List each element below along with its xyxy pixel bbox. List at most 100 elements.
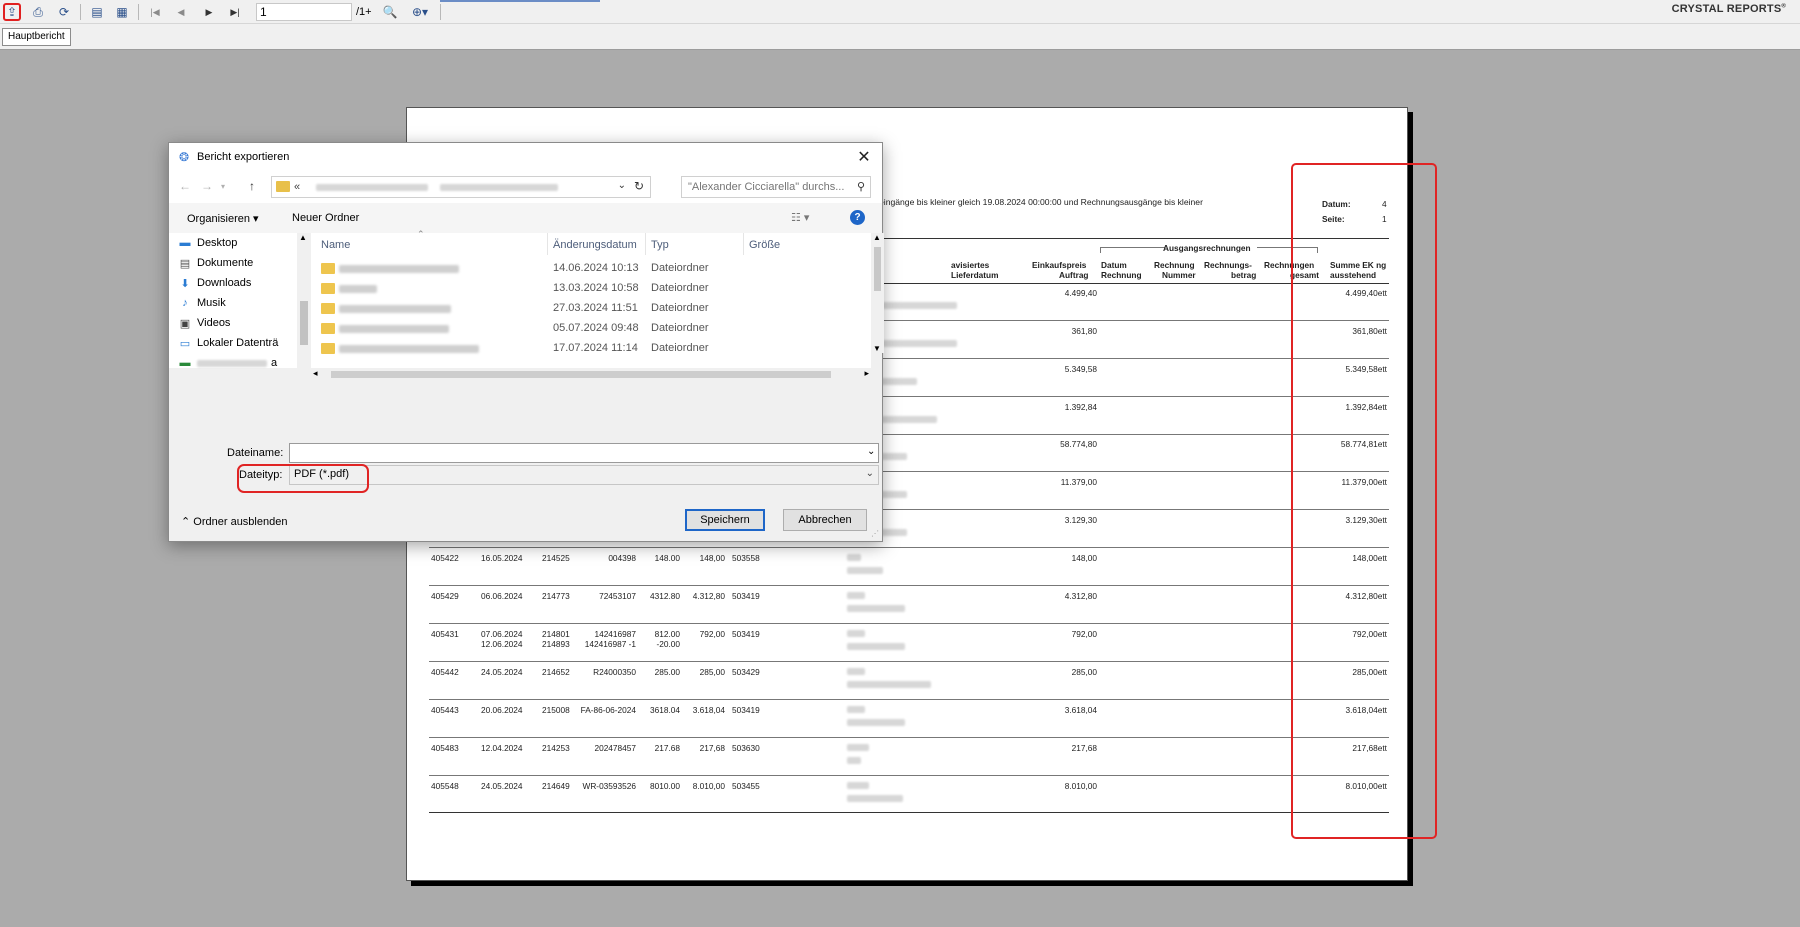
file-row[interactable]: 13.03.2024 10:58 Dateiordner bbox=[311, 279, 871, 299]
search-binoculars-icon[interactable]: 🔍 bbox=[381, 3, 399, 21]
crystal-reports-logo: CRYSTAL REPORTS® bbox=[1671, 3, 1786, 15]
print-icon[interactable]: ⎙ bbox=[29, 3, 47, 21]
filename-dropdown-icon[interactable]: ⌄ bbox=[867, 446, 875, 457]
file-row[interactable]: 05.07.2024 09:48 Dateiordner bbox=[311, 319, 871, 339]
filetype-select[interactable]: PDF (*.pdf) ⌄ bbox=[289, 465, 879, 485]
scroll-up-icon[interactable]: ▲ bbox=[299, 233, 307, 242]
cell-id: 405443 bbox=[431, 705, 459, 715]
nav-item-local-disk[interactable]: ▭ Lokaler Datenträ bbox=[177, 333, 279, 353]
cell-amt1: 285.00 bbox=[654, 667, 680, 677]
search-icon[interactable]: ⚲ bbox=[857, 180, 865, 193]
cell-num: 215008 bbox=[542, 705, 570, 715]
music-icon: ♪ bbox=[182, 297, 188, 309]
last-page-icon[interactable]: ▶| bbox=[226, 3, 244, 21]
cell-date: 20.06.2024 bbox=[481, 705, 523, 715]
cell-amt1: 3618.04 bbox=[650, 705, 680, 715]
cell-amt2: 148,00 bbox=[699, 553, 725, 563]
scroll-left-icon[interactable]: ◂ bbox=[313, 368, 318, 379]
dialog-titlebar: ❂ Bericht exportieren ✕ bbox=[169, 143, 882, 171]
column-divider[interactable] bbox=[547, 233, 548, 255]
zoom-dropdown-icon[interactable]: ⊕▾ bbox=[405, 3, 435, 21]
next-page-icon[interactable]: ▶ bbox=[200, 3, 218, 21]
column-divider[interactable] bbox=[743, 233, 744, 255]
nav-item-dokumente[interactable]: ▤ Dokumente bbox=[177, 253, 253, 273]
view-options-icon[interactable]: ☷ ▾ bbox=[791, 211, 809, 224]
page-number-input[interactable] bbox=[256, 3, 352, 21]
column-date[interactable]: Änderungsdatum bbox=[553, 239, 637, 251]
scroll-right-icon[interactable]: ▸ bbox=[864, 368, 869, 379]
tab-hauptbericht[interactable]: Hauptbericht bbox=[2, 28, 71, 46]
cell-einkauf: 217,68 bbox=[1071, 743, 1097, 753]
nav-scrollbar[interactable]: ▲ bbox=[297, 233, 311, 368]
hide-folders-toggle[interactable]: ⌃ Ordner ausblenden bbox=[181, 515, 287, 528]
address-dropdown-icon[interactable]: ⌄ bbox=[618, 180, 626, 191]
report-criteria: eingänge bis kleiner gleich 19.08.2024 0… bbox=[879, 197, 1203, 207]
crystal-app-icon: ❂ bbox=[179, 150, 190, 164]
file-row[interactable]: 17.07.2024 11:14 Dateiordner bbox=[311, 339, 871, 359]
nav-item-desktop[interactable]: ▬ Desktop bbox=[177, 233, 238, 253]
file-horizontal-scrollbar[interactable]: ◂ ▸ bbox=[311, 368, 871, 381]
nav-item-downloads[interactable]: ⬇ Downloads bbox=[177, 273, 251, 293]
redacted-text bbox=[847, 795, 903, 802]
file-hscroll-thumb[interactable] bbox=[331, 371, 831, 378]
redacted-text bbox=[847, 668, 865, 675]
cell-date: 07.06.2024 bbox=[481, 629, 523, 639]
file-row[interactable]: 14.06.2024 10:13 Dateiordner bbox=[311, 259, 871, 279]
scroll-up-icon[interactable]: ▲ bbox=[873, 233, 881, 242]
close-icon[interactable]: ✕ bbox=[854, 147, 874, 167]
nav-item-videos[interactable]: ▣ Videos bbox=[177, 313, 231, 333]
cell-ref: FA-86-06-2024 bbox=[580, 705, 636, 715]
up-arrow-icon[interactable]: ↑ bbox=[249, 179, 255, 193]
redacted-path bbox=[440, 184, 558, 191]
chevron-down-icon: ⌄ bbox=[865, 468, 874, 479]
organize-button[interactable]: Organisieren ▾ bbox=[187, 212, 259, 225]
refresh-icon[interactable]: ↻ bbox=[634, 179, 644, 193]
cell-einkauf: 148,00 bbox=[1071, 553, 1097, 563]
cell-einkauf: 3.129,30 bbox=[1064, 515, 1097, 525]
cancel-button[interactable]: Abbrechen bbox=[783, 509, 867, 531]
redacted-text bbox=[847, 630, 865, 637]
downloads-icon: ⬇ bbox=[180, 277, 190, 290]
header-rechnung-nummer: Nummer bbox=[1162, 270, 1196, 280]
column-divider[interactable] bbox=[645, 233, 646, 255]
file-vertical-scrollbar[interactable]: ▲ ▼ bbox=[871, 233, 884, 353]
cell-ref: R24000350 bbox=[593, 667, 636, 677]
file-row[interactable]: 27.03.2024 11:51 Dateiordner bbox=[311, 299, 871, 319]
column-type[interactable]: Typ bbox=[651, 239, 669, 251]
nav-item-musik[interactable]: ♪ Musik bbox=[177, 293, 225, 313]
scroll-down-icon[interactable]: ▼ bbox=[873, 344, 881, 353]
save-button[interactable]: Speichern bbox=[685, 509, 765, 531]
cell-amt2: 3.618,04 bbox=[692, 705, 725, 715]
group-bracket-tick bbox=[1100, 247, 1101, 253]
forward-arrow-icon[interactable]: → bbox=[201, 179, 213, 193]
cell-code: 503455 bbox=[732, 781, 760, 791]
search-box[interactable]: ⚲ bbox=[681, 176, 871, 198]
header-rechnungsbetrag: betrag bbox=[1231, 270, 1257, 280]
search-input[interactable] bbox=[688, 178, 848, 196]
column-name[interactable]: Name bbox=[321, 239, 350, 251]
address-bar[interactable]: « ⌄ ↻ bbox=[271, 176, 651, 198]
toolbar-separator bbox=[80, 4, 81, 20]
back-arrow-icon[interactable]: ← bbox=[179, 179, 191, 193]
redacted-text bbox=[847, 706, 865, 713]
row-rule bbox=[429, 661, 1389, 662]
report-row: 405431 07.06.2024 12.06.2024 214801 2148… bbox=[407, 629, 1407, 663]
recent-dropdown-icon[interactable]: ▾ bbox=[221, 182, 225, 191]
nav-scroll-thumb[interactable] bbox=[300, 301, 308, 345]
filename-input[interactable] bbox=[289, 443, 879, 463]
export-icon[interactable]: ⇪ bbox=[3, 3, 21, 21]
parameters-icon[interactable]: ▦ bbox=[113, 3, 131, 21]
help-icon[interactable]: ? bbox=[850, 210, 865, 225]
redacted-name bbox=[339, 285, 377, 293]
first-page-icon[interactable]: |◀ bbox=[146, 3, 164, 21]
desktop-icon: ▬ bbox=[179, 237, 191, 249]
previous-page-icon[interactable]: ◀ bbox=[172, 3, 190, 21]
file-scroll-thumb[interactable] bbox=[874, 247, 881, 291]
nav-item-network-drive[interactable]: ▬ a bbox=[177, 353, 278, 373]
resize-grip-icon[interactable]: ⋰ bbox=[871, 529, 879, 538]
new-folder-button[interactable]: Neuer Ordner bbox=[292, 212, 359, 224]
group-tree-icon[interactable]: ▤ bbox=[88, 3, 106, 21]
cell-code: 503419 bbox=[732, 629, 760, 639]
column-size[interactable]: Größe bbox=[749, 239, 780, 251]
refresh-icon[interactable]: ⟳ bbox=[55, 3, 73, 21]
